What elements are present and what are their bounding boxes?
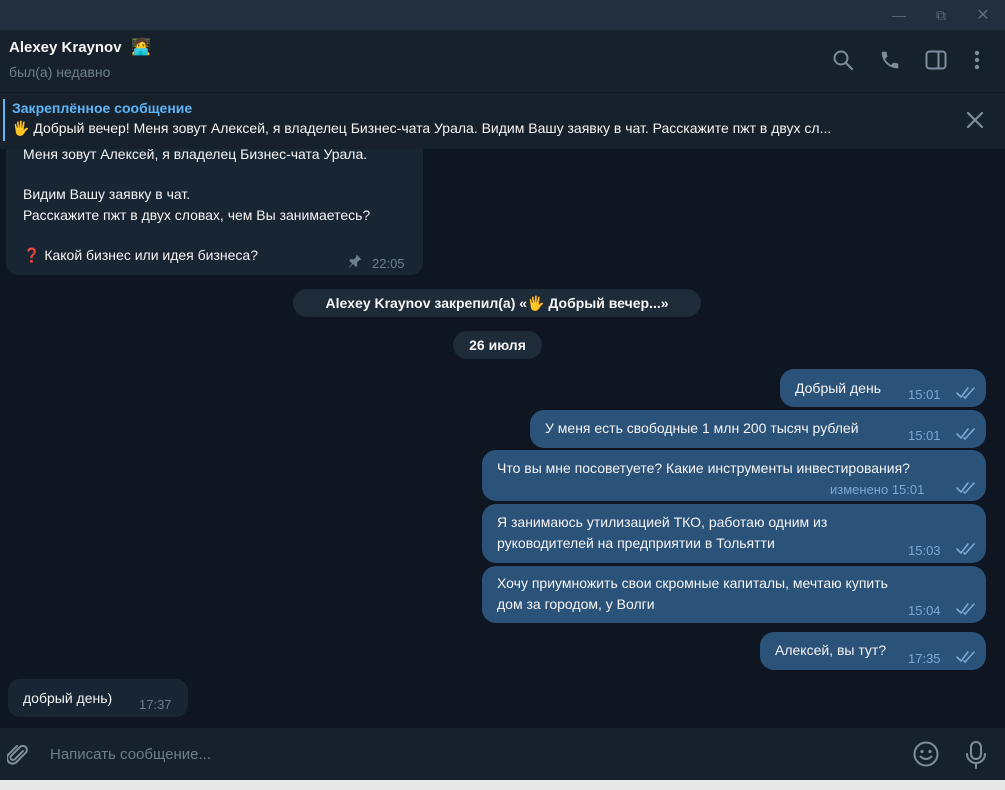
message-line: дом за городом, у Волги — [497, 596, 655, 612]
message-text: У меня есть свободные 1 млн 200 тысяч ру… — [545, 420, 859, 436]
message-text: Добрый день — [795, 380, 881, 396]
pinned-text: 🖐 Добрый вечер! Меня зовут Алексей, я вл… — [12, 120, 832, 136]
message-outgoing-edited[interactable]: Что вы мне посоветуете? Какие инструмент… — [482, 450, 986, 501]
message-time: 17:37 — [139, 697, 172, 712]
message-outgoing[interactable]: Я занимаюсь утилизацией ТКО, работаю одн… — [482, 504, 986, 563]
pin-icon — [347, 253, 363, 274]
pinned-message-banner[interactable]: Закреплённое сообщение 🖐 Добрый вечер! М… — [0, 93, 1005, 149]
message-line: ❓ Какой бизнес или идея бизнеса? — [23, 247, 258, 263]
message-input[interactable] — [50, 738, 890, 770]
window-titlebar: — ⧉ ✕ — [0, 0, 1005, 30]
sidebar-toggle-icon[interactable] — [922, 46, 950, 74]
message-text: добрый день) — [23, 690, 113, 706]
contact-status: был(а) недавно — [9, 64, 111, 80]
date-separator: 26 июля — [453, 331, 542, 359]
pinned-accent-bar — [3, 99, 5, 141]
taskbar-strip — [0, 780, 1005, 790]
message-line: Я занимаюсь утилизацией ТКО, работаю одн… — [497, 514, 828, 530]
more-menu-icon[interactable] — [963, 46, 991, 74]
message-line: Расскажите пжт в двух словах, чем Вы зан… — [23, 207, 371, 223]
message-time: 17:35 — [908, 651, 941, 666]
read-checkmarks-icon — [956, 543, 975, 555]
attach-icon[interactable] — [6, 742, 29, 773]
message-outgoing[interactable]: Алексей, вы тут? 17:35 — [760, 632, 986, 670]
message-incoming[interactable]: добрый день) 17:37 — [8, 679, 188, 717]
message-text: Алексей, вы тут? — [775, 642, 887, 658]
read-checkmarks-icon — [956, 387, 975, 399]
read-checkmarks-icon — [956, 603, 975, 615]
close-pinned-icon[interactable] — [962, 107, 988, 138]
service-pin-notice[interactable]: Alexey Kraynov закрепил(а) «🖐 Добрый веч… — [293, 289, 701, 317]
message-text: Что вы мне посоветуете? Какие инструмент… — [497, 460, 910, 476]
message-time: 15:04 — [908, 603, 941, 618]
phone-icon[interactable] — [876, 46, 904, 74]
close-window-button[interactable]: ✕ — [966, 0, 1000, 30]
message-incoming-pinned[interactable]: Меня зовут Алексей, я владелец Бизнес-ча… — [6, 138, 423, 275]
chat-header[interactable]: Alexey Kraynov 🧑‍💻 был(а) недавно — [0, 30, 1005, 93]
message-time: 22:05 — [372, 256, 405, 271]
message-outgoing[interactable]: У меня есть свободные 1 млн 200 тысяч ру… — [530, 410, 986, 448]
message-line: Видим Вашу заявку в чат. — [23, 186, 191, 202]
message-line: руководителей на предприятии в Тольятти — [497, 535, 775, 551]
contact-name[interactable]: Alexey Kraynov — [9, 39, 122, 56]
search-icon[interactable] — [829, 46, 857, 74]
message-time: изменено 15:01 — [830, 482, 925, 497]
message-composer — [0, 728, 1005, 780]
contact-emoji: 🧑‍💻 — [131, 39, 151, 56]
read-checkmarks-icon — [956, 651, 975, 663]
message-time: 15:03 — [908, 543, 941, 558]
read-checkmarks-icon — [956, 428, 975, 440]
minimize-button[interactable]: — — [882, 0, 916, 30]
pinned-title: Закреплённое сообщение — [12, 100, 193, 116]
message-outgoing[interactable]: Хочу приумножить свои скромные капиталы,… — [482, 566, 986, 623]
read-checkmarks-icon — [956, 482, 975, 494]
microphone-icon[interactable] — [964, 740, 988, 775]
message-time: 15:01 — [908, 387, 941, 402]
emoji-icon[interactable] — [912, 740, 940, 773]
message-line: Хочу приумножить свои скромные капиталы,… — [497, 575, 888, 591]
message-outgoing[interactable]: Добрый день 15:01 — [780, 369, 986, 407]
message-time: 15:01 — [908, 428, 941, 443]
restore-button[interactable]: ⧉ — [924, 0, 958, 30]
